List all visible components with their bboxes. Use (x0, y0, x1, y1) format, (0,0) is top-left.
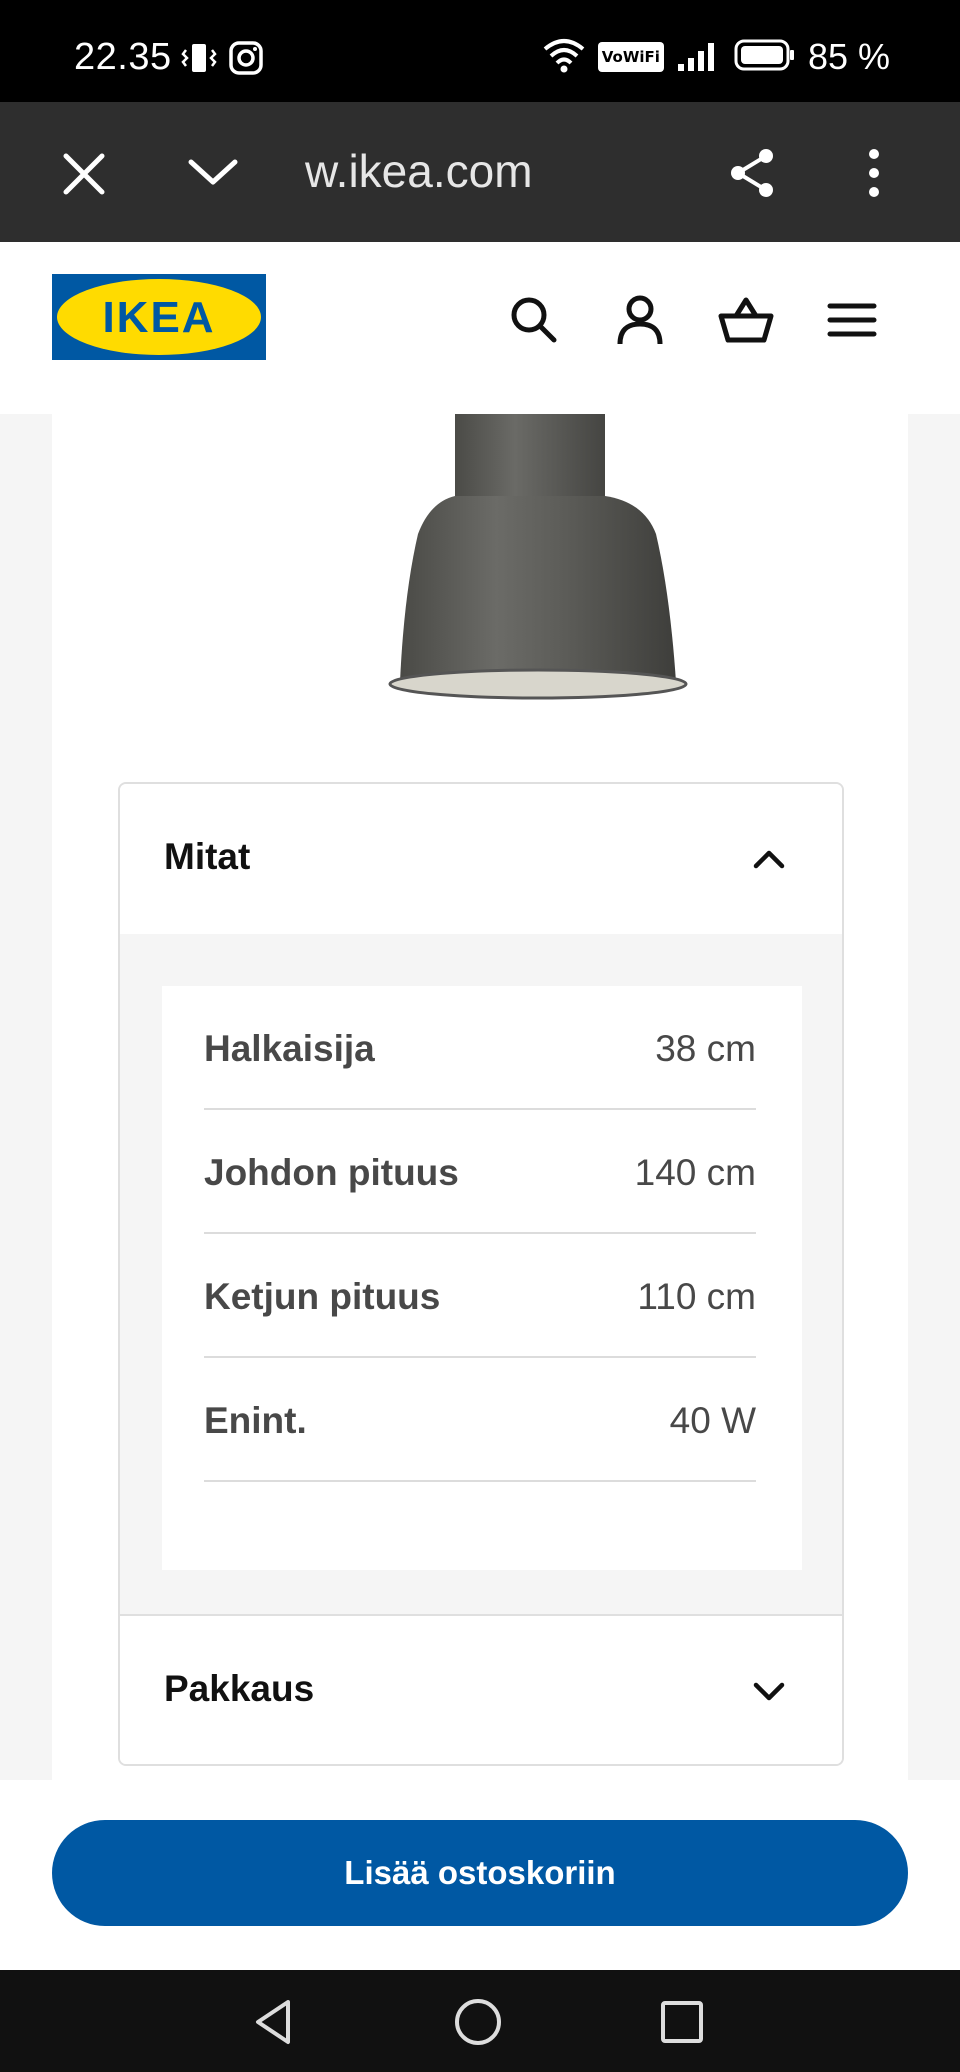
hamburger-menu-icon (827, 303, 877, 337)
account-button[interactable] (612, 292, 668, 348)
recents-square-icon (661, 2001, 703, 2043)
search-button[interactable] (506, 292, 562, 348)
battery-percentage: 85 % (807, 36, 890, 77)
dimension-label: Ketjun pituus (204, 1276, 441, 1317)
user-icon (617, 295, 663, 345)
dimension-value: 38 cm (655, 1028, 756, 1069)
home-button[interactable] (452, 1996, 504, 2048)
site-header: IKEA (0, 242, 960, 414)
minimize-tab-button[interactable] (186, 152, 240, 192)
chevron-down-icon (753, 1682, 785, 1701)
chevron-up-icon (753, 850, 785, 869)
product-image (322, 414, 692, 714)
more-options-button[interactable] (858, 146, 890, 200)
add-to-cart-bar: Lisää ostoskoriin (0, 1780, 960, 1970)
svg-text:IKEA: IKEA (102, 293, 215, 342)
signal-icon (676, 38, 722, 77)
status-left-icons (180, 40, 264, 81)
dimension-row: Ketjun pituus 110 cm (204, 1234, 756, 1358)
url-text[interactable]: w.ikea.com (305, 144, 533, 198)
cart-button[interactable] (718, 292, 774, 348)
dimension-label: Halkaisija (204, 1028, 375, 1069)
packaging-accordion-header[interactable]: Pakkaus (120, 1614, 842, 1764)
dimensions-content: Halkaisija 38 cm Johdon pituus 140 cm Ke… (120, 934, 842, 1614)
packaging-title: Pakkaus (164, 1668, 315, 1709)
search-icon (511, 297, 557, 343)
add-to-cart-button[interactable]: Lisää ostoskoriin (52, 1820, 908, 1926)
dimension-row: Enint. 40 W (204, 1358, 756, 1482)
shopping-bag-icon (718, 297, 774, 343)
recents-button[interactable] (656, 1996, 708, 2048)
dimension-value: 140 cm (634, 1152, 756, 1193)
share-button[interactable] (728, 146, 778, 200)
wifi-icon (542, 37, 586, 78)
close-icon (63, 153, 105, 195)
instagram-icon (228, 40, 264, 81)
ikea-logo[interactable]: IKEA (52, 274, 266, 360)
back-button[interactable] (248, 1996, 300, 2048)
ikea-logo-image: IKEA (52, 274, 266, 360)
dimension-label: Enint. (204, 1400, 307, 1441)
chevron-down-icon (188, 159, 238, 185)
dimensions-title: Mitat (164, 836, 251, 877)
home-circle-icon (455, 1999, 501, 2045)
share-icon (731, 149, 773, 197)
vibrate-icon (180, 40, 218, 81)
battery-icon (734, 38, 796, 77)
dimension-label: Johdon pituus (204, 1152, 459, 1193)
close-tab-button[interactable] (60, 150, 108, 198)
dimension-row: Johdon pituus 140 cm (204, 1110, 756, 1234)
status-time: 22.35 (74, 36, 172, 78)
browser-toolbar: w.ikea.com (0, 102, 960, 242)
dimensions-table: Halkaisija 38 cm Johdon pituus 140 cm Ke… (162, 986, 802, 1570)
product-info-accordion: Mitat Halkaisija 38 cm Johdon pituus 140… (118, 782, 844, 1766)
dimension-row: Halkaisija 38 cm (204, 986, 756, 1110)
system-navigation-bar (0, 1970, 960, 2072)
back-triangle-icon (256, 2000, 290, 2044)
menu-button[interactable] (824, 292, 880, 348)
vowifi-badge: VoWiFi (597, 42, 664, 72)
status-bar: 22.35 VoWiFi 85 % (0, 0, 960, 102)
more-vertical-icon (869, 149, 879, 197)
dimension-value: 110 cm (637, 1276, 756, 1317)
status-right-icons: VoWiFi 85 % (542, 36, 890, 78)
product-details-panel: Mitat Halkaisija 38 cm Johdon pituus 140… (52, 414, 908, 1780)
dimensions-accordion-header[interactable]: Mitat (120, 784, 842, 934)
dimension-value: 40 W (669, 1400, 756, 1441)
